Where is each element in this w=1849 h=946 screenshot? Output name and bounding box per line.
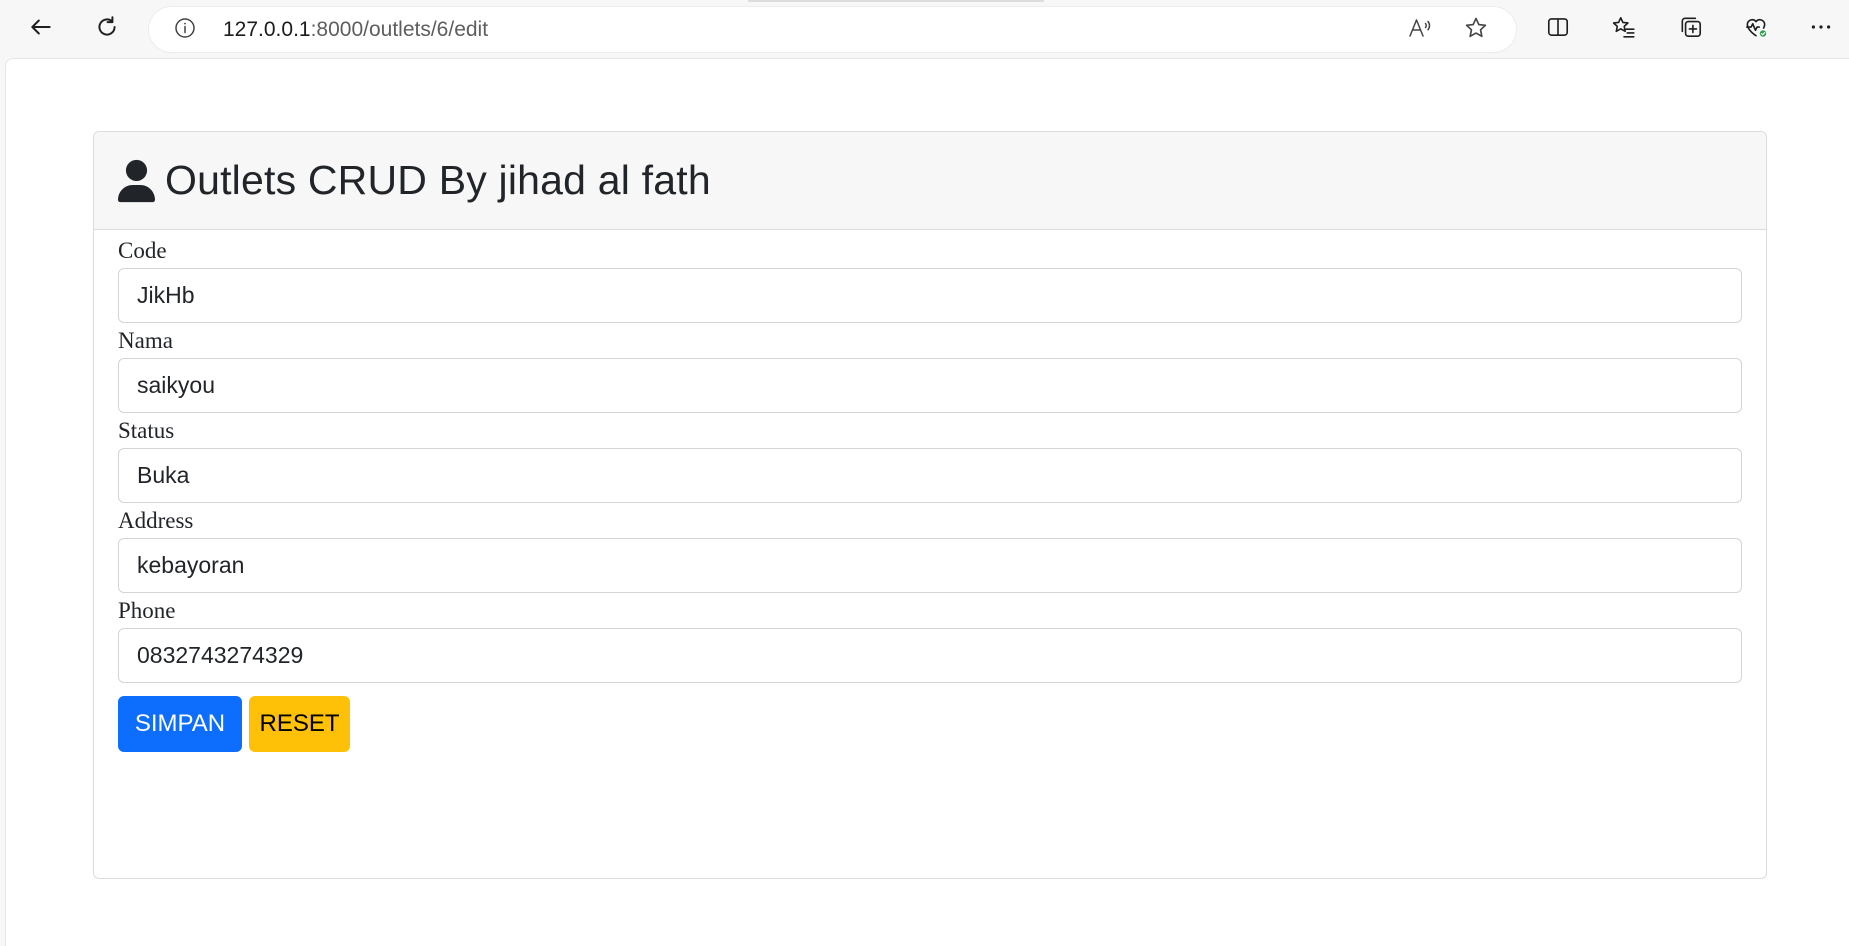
nama-label: Nama <box>118 328 173 353</box>
split-screen-button[interactable] <box>1538 9 1578 49</box>
collections-button[interactable] <box>1671 9 1711 49</box>
user-icon <box>118 159 155 203</box>
heart-pulse-icon <box>1743 14 1769 45</box>
url-text[interactable]: 127.0.0.1:8000/outlets/6/edit <box>223 18 488 42</box>
url-path: :8000/outlets/6/edit <box>310 18 489 41</box>
phone-input[interactable] <box>118 628 1742 683</box>
url-host: 127.0.0.1 <box>223 18 311 41</box>
address-label: Address <box>118 508 194 533</box>
simpan-button[interactable]: SIMPAN <box>118 696 242 752</box>
add-favorite-button[interactable] <box>1459 13 1493 47</box>
back-button[interactable] <box>21 9 61 49</box>
info-circle-icon <box>173 16 197 45</box>
more-options-button[interactable] <box>1801 9 1841 49</box>
favorites-button[interactable] <box>1604 9 1644 49</box>
card-header: Outlets CRUD By jihad al fath <box>94 132 1766 230</box>
refresh-icon <box>94 14 120 45</box>
reset-button[interactable]: RESET <box>249 696 350 752</box>
status-label: Status <box>118 418 175 443</box>
read-aloud-icon <box>1407 15 1433 46</box>
collections-icon <box>1678 14 1704 45</box>
nama-input[interactable] <box>118 358 1742 413</box>
phone-label: Phone <box>118 598 176 623</box>
outlet-edit-card: Outlets CRUD By jihad al fath Code Nama … <box>93 131 1767 879</box>
site-info-button[interactable] <box>171 16 199 44</box>
read-aloud-button[interactable] <box>1403 13 1437 47</box>
tab-strip-edge <box>748 0 1044 2</box>
arrow-left-icon <box>28 14 54 45</box>
more-dots-icon <box>1808 14 1834 45</box>
page-title: Outlets CRUD By jihad al fath <box>165 157 711 203</box>
address-bar[interactable]: 127.0.0.1:8000/outlets/6/edit <box>149 7 1516 52</box>
favorites-list-icon <box>1611 14 1637 45</box>
code-input[interactable] <box>118 268 1742 323</box>
browser-toolbar: 127.0.0.1:8000/outlets/6/edit <box>0 0 1849 58</box>
page-viewport: Outlets CRUD By jihad al fath Code Nama … <box>5 58 1849 946</box>
split-screen-icon <box>1545 14 1571 45</box>
status-input[interactable] <box>118 448 1742 503</box>
browser-essentials-button[interactable] <box>1736 9 1776 49</box>
refresh-button[interactable] <box>87 9 127 49</box>
star-icon <box>1463 15 1489 46</box>
address-input[interactable] <box>118 538 1742 593</box>
code-label: Code <box>118 238 167 263</box>
